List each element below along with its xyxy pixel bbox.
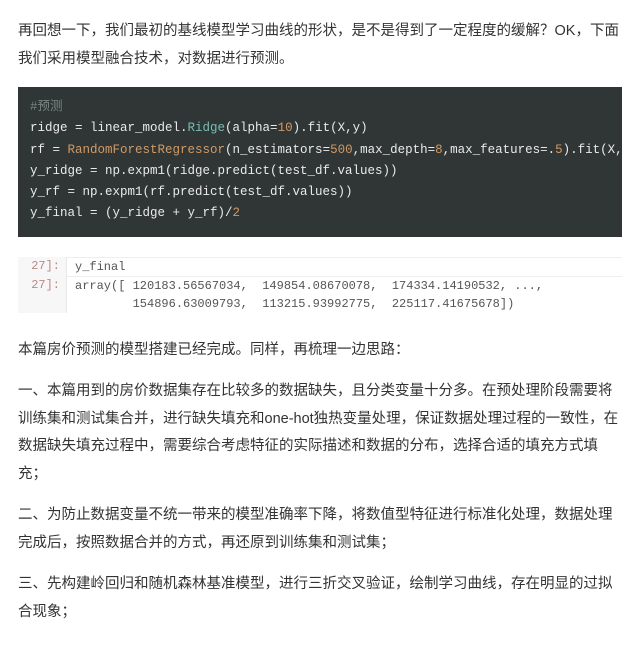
summary-intro: 本篇房价预测的模型搭建已经完成。同样，再梳理一边思路： [18, 337, 622, 365]
output-input: y_final [67, 257, 622, 276]
code-comment: #预测 [30, 100, 63, 114]
section-1: 一、本篇用到的房价数据集存在比较多的数据缺失，且分类变量十分多。在预处理阶段需要… [18, 378, 622, 488]
output-gutter: 27]: [18, 276, 67, 313]
section-3: 三、先构建岭回归和随机森林基准模型，进行三折交叉验证，绘制学习曲线，存在明显的过… [18, 571, 622, 626]
output-gutter: 27]: [18, 257, 67, 276]
code-line-2: rf = RandomForestRegressor(n_estimators=… [30, 143, 622, 157]
code-line-1: ridge = linear_model.Ridge(alpha=10).fit… [30, 121, 368, 135]
code-line-3: y_ridge = np.expm1(ridge.predict(test_df… [30, 164, 398, 178]
output-block: 27]: y_final 27]: array([ 120183.5656703… [18, 257, 622, 313]
section-2: 二、为防止数据变量不统一带来的模型准确率下降，将数值型特征进行标准化处理，数据处… [18, 502, 622, 557]
code-block: #预测 ridge = linear_model.Ridge(alpha=10)… [18, 87, 622, 237]
output-array: array([ 120183.56567034, 149854.08670078… [67, 276, 622, 313]
code-line-5: y_final = (y_ridge + y_rf)/2 [30, 206, 240, 220]
intro-paragraph: 再回想一下，我们最初的基线模型学习曲线的形状，是不是得到了一定程度的缓解？OK，… [18, 18, 622, 73]
code-line-4: y_rf = np.expm1(rf.predict(test_df.value… [30, 185, 353, 199]
